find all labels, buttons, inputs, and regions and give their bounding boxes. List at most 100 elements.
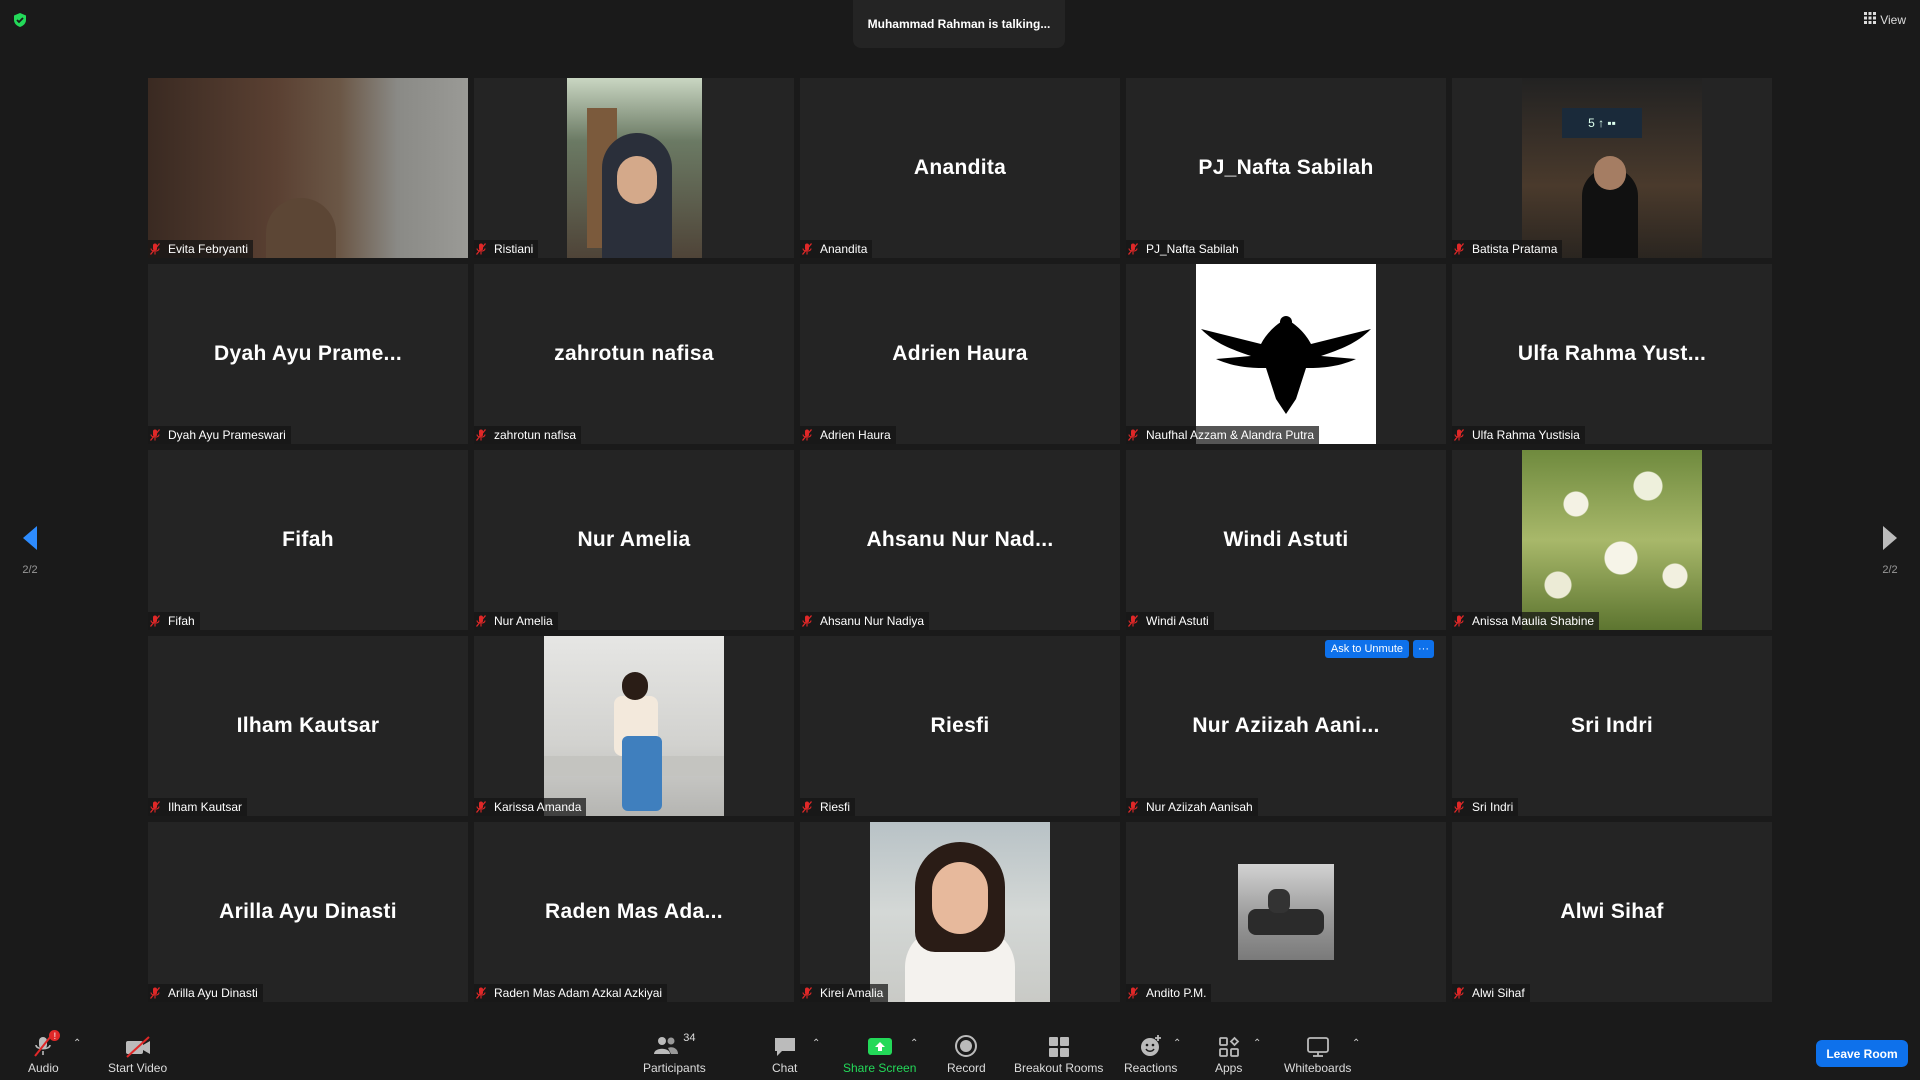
participant-display-name: Raden Mas Ada... [545,900,723,923]
share-screen-button[interactable]: Share Screen [843,1032,916,1075]
participant-tile[interactable]: Nur Amelia Nur Amelia [474,450,794,630]
participant-name-label: Evita Febryanti [148,240,254,258]
record-icon [954,1032,978,1058]
participant-tile[interactable]: Evita Febryanti [148,78,468,258]
share-options-caret-icon[interactable]: ⌃ [910,1038,918,1049]
participant-tile[interactable]: Karissa Amanda [474,636,794,816]
participant-tile[interactable]: Ahsanu Nur Nad... Ahsanu Nur Nadiya [800,450,1120,630]
participant-display-name: Adrien Haura [892,342,1028,365]
participant-name: Alwi Sihaf [1472,986,1525,1000]
microphone-muted-icon [1454,243,1468,255]
participant-tile[interactable]: Raden Mas Ada... Raden Mas Adam Azkal Azk… [474,822,794,1002]
participant-name-label: Dyah Ayu Prameswari [148,426,291,444]
participant-tile[interactable]: Andito P.M. [1126,822,1446,1002]
participant-video [544,636,724,816]
chevron-left-icon [23,526,37,550]
participant-name-label: Nur Amelia [474,612,558,630]
participant-display-name: Alwi Sihaf [1560,900,1664,923]
previous-page-button[interactable]: 2/2 [20,524,40,576]
apps-options-caret-icon[interactable]: ⌃ [1253,1038,1261,1049]
microphone-muted-icon: ! [32,1030,61,1058]
participant-tile[interactable]: Fifah Fifah [148,450,468,630]
participant-name: Sri Indri [1472,800,1514,814]
participant-name: Adrien Haura [820,428,891,442]
participant-tile[interactable]: 5 ↑ ▪▪ Batista Pratama [1452,78,1772,258]
microphone-muted-icon [1128,987,1142,999]
participant-tile[interactable]: zahrotun nafisa zahrotun nafisa [474,264,794,444]
participant-tile[interactable]: Ulfa Rahma Yust... Ulfa Rahma Yustisia [1452,264,1772,444]
participant-tile[interactable]: Arilla Ayu Dinasti Arilla Ayu Dinasti [148,822,468,1002]
participant-name: Evita Febryanti [168,242,249,256]
participant-display-name: Ahsanu Nur Nad... [866,528,1054,551]
participants-button[interactable]: 34 Participants [643,1032,706,1075]
next-page-button[interactable]: 2/2 [1880,524,1900,576]
reactions-button[interactable]: Reactions [1124,1032,1177,1075]
video-grid: Evita Febryanti Ristiani Anandita Anandita P… [148,78,1772,1002]
meeting-toolbar: ! Audio ⌃ Start Video 34 Participants Ch… [0,1020,1920,1080]
microphone-muted-icon [1454,987,1468,999]
participant-tile[interactable]: Anissa Maulia Shabine [1452,450,1772,630]
apps-button[interactable]: Apps [1215,1032,1242,1075]
participant-tile[interactable]: Sri Indri Sri Indri [1452,636,1772,816]
participant-tile[interactable]: Alwi Sihaf Alwi Sihaf [1452,822,1772,1002]
view-label: View [1880,12,1906,27]
shield-icon[interactable] [12,12,28,28]
page-indicator-left: 2/2 [22,564,38,576]
audio-options-caret-icon[interactable]: ⌃ [73,1038,81,1049]
audio-warning-badge: ! [49,1030,61,1041]
whiteboard-icon [1306,1032,1330,1058]
page-indicator-right: 2/2 [1882,564,1898,576]
participants-label: Participants [643,1061,706,1075]
participant-tile[interactable]: Naufhal Azzam & Alandra Putra [1126,264,1446,444]
more-options-button[interactable]: ··· [1413,640,1434,658]
record-button[interactable]: Record [947,1032,986,1075]
participant-tile[interactable]: Kirei Amalia [800,822,1120,1002]
participant-name-label: Andito P.M. [1126,984,1212,1002]
ask-to-unmute-button[interactable]: Ask to Unmute [1324,640,1409,658]
microphone-muted-icon [1128,615,1142,627]
audio-button[interactable]: ! Audio [28,1030,61,1075]
microphone-muted-icon [1128,429,1142,441]
participant-tile[interactable]: Dyah Ayu Prame... Dyah Ayu Prameswari [148,264,468,444]
whiteboards-options-caret-icon[interactable]: ⌃ [1352,1038,1360,1049]
participant-video [1238,864,1334,960]
chat-icon [773,1032,797,1058]
view-button[interactable]: View [1864,12,1906,27]
microphone-muted-icon [150,801,164,813]
participant-name-label: Ilham Kautsar [148,798,248,816]
microphone-muted-icon [476,615,490,627]
participant-name: Ulfa Rahma Yustisia [1472,428,1580,442]
breakout-rooms-icon [1048,1032,1070,1058]
start-video-button[interactable]: Start Video [108,1032,167,1075]
breakout-rooms-button[interactable]: Breakout Rooms [1014,1032,1103,1075]
participant-display-name: Ulfa Rahma Yust... [1517,342,1707,365]
whiteboards-button[interactable]: Whiteboards [1284,1032,1351,1075]
participant-display-name: Nur Aziizah Aani... [1192,714,1380,737]
participant-name-label: Anandita [800,240,873,258]
participant-tile[interactable]: PJ_Nafta Sabilah PJ_Nafta Sabilah [1126,78,1446,258]
reactions-options-caret-icon[interactable]: ⌃ [1173,1038,1181,1049]
share-screen-label: Share Screen [843,1061,917,1075]
microphone-muted-icon [476,429,490,441]
participant-tile[interactable]: Ristiani [474,78,794,258]
participant-name: Batista Pratama [1472,242,1558,256]
participant-video: 5 ↑ ▪▪ [1522,78,1702,258]
chat-button[interactable]: Chat [772,1032,797,1075]
microphone-muted-icon [476,987,490,999]
participant-tile[interactable]: Windi Astuti Windi Astuti [1126,450,1446,630]
chat-options-caret-icon[interactable]: ⌃ [812,1038,820,1049]
participant-name: Anissa Maulia Shabine [1472,614,1595,628]
participant-name-label: Arilla Ayu Dinasti [148,984,263,1002]
participant-tile[interactable]: Anandita Anandita [800,78,1120,258]
participant-name-label: Naufhal Azzam & Alandra Putra [1126,426,1320,444]
participant-tile[interactable]: Ilham Kautsar Ilham Kautsar [148,636,468,816]
leave-room-button[interactable]: Leave Room [1816,1040,1908,1067]
participant-tile[interactable]: Adrien Haura Adrien Haura [800,264,1120,444]
participant-tile[interactable]: Riesfi Riesfi [800,636,1120,816]
microphone-muted-icon [802,615,816,627]
participant-name-label: Ristiani [474,240,539,258]
participant-display-name: Sri Indri [1570,714,1654,737]
participant-tile[interactable]: Nur Aziizah Aani... Nur Aziizah Aanisah As… [1126,636,1446,816]
participant-name: Dyah Ayu Prameswari [168,428,286,442]
participants-count: 34 [683,1032,696,1044]
